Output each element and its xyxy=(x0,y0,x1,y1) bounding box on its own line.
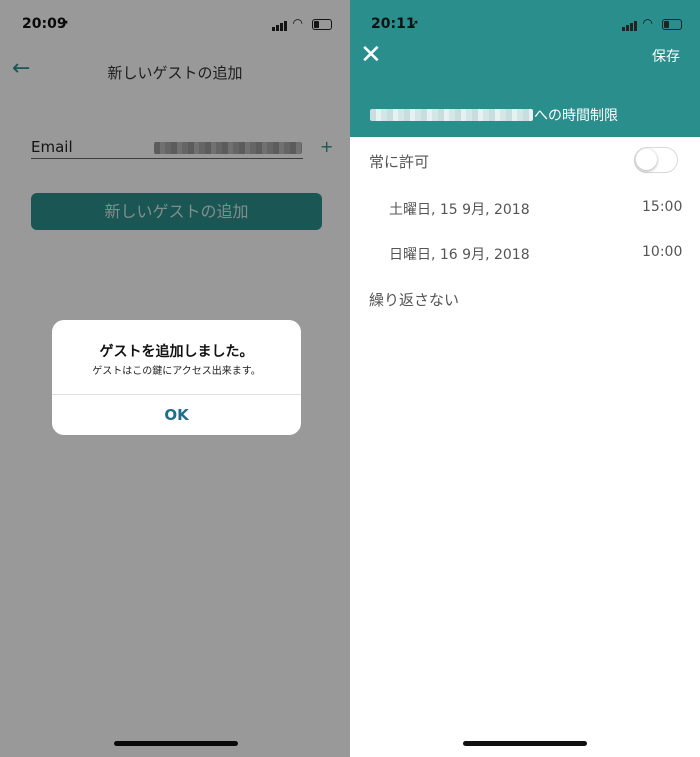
repeat-option[interactable]: 繰り返さない xyxy=(369,289,459,310)
home-indicator xyxy=(463,741,587,746)
alert-message: ゲストはこの鍵にアクセス出来ます。 xyxy=(92,366,261,377)
time-limit-screen: 20:11 ➚ ◠ ✕ 保存 への時間制限 常に許可 土曜日, 15 9月, 2… xyxy=(350,0,700,757)
wifi-icon: ◠ xyxy=(642,16,654,30)
alert-dialog: ゲストを追加しました。 ゲストはこの鍵にアクセス出来ます。 OK xyxy=(52,320,301,435)
end-date[interactable]: 日曜日, 16 9月, 2018 xyxy=(389,244,530,264)
guest-email-redacted xyxy=(370,109,533,121)
signal-icon xyxy=(622,18,638,31)
end-time[interactable]: 10:00 xyxy=(642,244,682,260)
add-guest-screen: 20:09 ➚ ◠ ← 新しいゲストの追加 Email + 新しいゲストの追加 … xyxy=(0,0,350,757)
always-allow-label: 常に許可 xyxy=(369,153,430,171)
alert-ok-button[interactable]: OK xyxy=(52,395,301,435)
battery-icon xyxy=(662,18,683,30)
location-arrow-icon: ➚ xyxy=(410,17,420,30)
close-icon[interactable]: ✕ xyxy=(360,40,382,70)
start-date[interactable]: 土曜日, 15 9月, 2018 xyxy=(389,199,530,219)
start-time[interactable]: 15:00 xyxy=(642,199,682,215)
status-icons: ◠ xyxy=(622,16,683,31)
save-button[interactable]: 保存 xyxy=(652,46,680,66)
status-time: 20:11 xyxy=(371,16,416,32)
alert-title: ゲストを追加しました。 xyxy=(99,344,254,360)
toggle-knob xyxy=(636,149,657,170)
header-bar: 20:11 ➚ ◠ ✕ 保存 への時間制限 xyxy=(350,0,700,137)
header-title-suffix: への時間制限 xyxy=(534,108,618,124)
always-allow-toggle[interactable] xyxy=(634,147,678,173)
